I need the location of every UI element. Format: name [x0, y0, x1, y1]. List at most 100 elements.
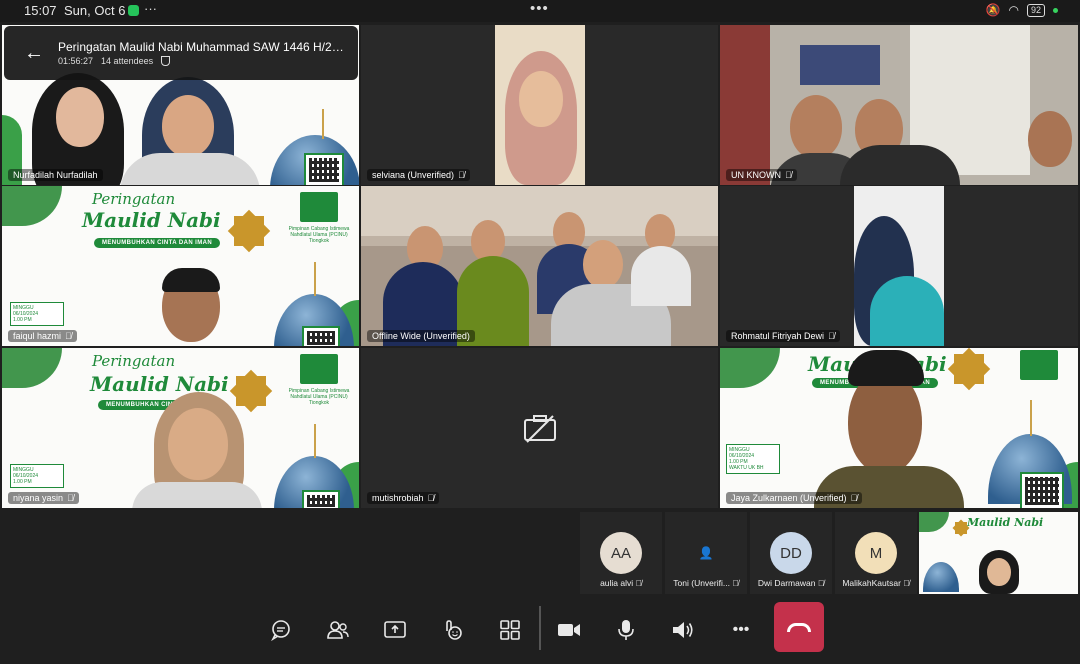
event-date-box: MINGGU 06/10/2024 1.00 PM WAKTU UK BH — [726, 444, 780, 474]
event-date-box: MINGGU 06/10/2024 1.00 PM — [10, 302, 64, 326]
event-date-box: MINGGU 06/10/2024 1.00 PM — [10, 464, 64, 488]
call-toolbar: ••• — [0, 598, 1080, 664]
banner-org: Pimpinan Cabang Istimewa Nahdlatul Ulama… — [288, 388, 350, 406]
participant-name: niyana yasin — [13, 493, 64, 503]
participant-name: Offline Wide (Unverified) — [372, 331, 470, 341]
status-bar: 15:07 Sun, Oct 6 ··· ••• 🔕 ◠ 92 — [0, 0, 1080, 22]
qr-code-image — [304, 153, 344, 185]
status-date: Sun, Oct 6 — [64, 3, 126, 18]
meeting-duration: 01:56:27 — [58, 56, 94, 66]
participant-name: UN KNOWN — [731, 170, 781, 180]
chat-button[interactable] — [265, 614, 297, 646]
hang-up-button[interactable] — [774, 602, 824, 652]
mic-off-icon: 🎙̸ — [635, 578, 642, 588]
banner-title-line1: Peringatan — [92, 190, 176, 208]
mic-off-icon: 🎙̸ — [732, 578, 739, 588]
attendee-count[interactable]: 14 attendees — [101, 56, 153, 66]
battery-icon: 92 — [1026, 3, 1045, 17]
participant-name-label: UN KNOWN 🎙̸ — [726, 169, 797, 181]
grid-view-icon — [500, 620, 520, 640]
more-options-button[interactable]: ••• — [725, 614, 757, 646]
person-icon: 👤 — [698, 546, 714, 560]
participant-name: Dwi Darmawan 🎙̸ — [757, 578, 825, 588]
mic-off-icon: 🎙̸ — [817, 578, 825, 588]
mic-off-icon: 🎙̸ — [427, 493, 435, 503]
star-emblem-icon — [227, 209, 271, 253]
video-tile-faiqul-hazmi[interactable]: Peringatan Maulid Nabi MENUMBUHKAN CINTA… — [2, 186, 359, 346]
mic-off-icon: 🎙̸ — [850, 493, 858, 503]
banner-title-line1: Peringatan — [92, 352, 176, 370]
react-icon — [446, 620, 462, 640]
mini-tile-aulia-alvi[interactable]: AA aulia alvi 🎙̸ — [580, 512, 662, 594]
star-emblem-icon — [947, 348, 991, 391]
participant-name-label: faiqul hazmi 🎙̸ — [8, 330, 77, 342]
speaker-icon — [673, 622, 693, 638]
mute-bell-icon: 🔕 — [985, 3, 1001, 17]
view-button[interactable] — [494, 614, 526, 646]
mic-icon — [618, 620, 634, 640]
shield-icon — [161, 56, 171, 66]
camera-off-icon — [524, 415, 556, 443]
mic-off-icon: 🎙̸ — [65, 331, 72, 341]
share-screen-button[interactable] — [379, 614, 411, 646]
participant-video — [790, 95, 842, 159]
org-logo — [1020, 350, 1058, 380]
participant-name: MalikahKautsar 🎙̸ — [842, 578, 910, 588]
video-tile-rohmatul[interactable]: Rohmatul Fitriyah Dewi 🎙̸ — [720, 186, 1078, 346]
qr-code-image — [302, 326, 340, 346]
toolbar-divider — [539, 606, 541, 650]
react-button[interactable] — [436, 614, 468, 646]
mic-off-icon: 🎙̸ — [785, 170, 792, 180]
participant-name: Toni (Unverifi... 🎙̸ — [673, 578, 739, 588]
privacy-dot — [1053, 7, 1058, 13]
participant-name: faiqul hazmi — [13, 331, 62, 341]
participant-name-label: Jaya Zulkarnaen (Unverified) 🎙̸ — [726, 492, 863, 504]
meeting-header: ← Peringatan Maulid Nabi Muhammad SAW 14… — [4, 26, 358, 80]
window-handle[interactable]: ••• — [530, 0, 549, 17]
speaker-button[interactable] — [667, 614, 699, 646]
participant-name: Rohmatul Fitriyah Dewi — [731, 331, 825, 341]
video-tile-niyana-yasin[interactable]: Peringatan Maulid Nabi MENUMBUHKAN CINTA… — [2, 348, 359, 508]
mini-tile-malikah-kautsar[interactable]: M MalikahKautsar 🎙̸ — [835, 512, 917, 594]
video-tile-offline-wide[interactable]: Offline Wide (Unverified) — [361, 186, 718, 346]
mic-off-icon: 🎙̸ — [458, 170, 465, 180]
video-tile-mutishrobiah[interactable]: mutishrobiah 🎙̸ — [361, 348, 718, 508]
video-tile-un-known[interactable]: UN KNOWN 🎙̸ — [720, 25, 1078, 185]
video-tile-selviana[interactable]: selviana (Unverified) 🎙̸ — [361, 25, 718, 185]
people-icon — [327, 621, 349, 639]
meeting-info: 01:56:27 14 attendees — [58, 56, 171, 66]
participant-name: selviana (Unverified) — [372, 170, 455, 180]
mini-tile-dwi-darmawan[interactable]: DD Dwi Darmawan 🎙̸ — [750, 512, 832, 594]
share-screen-icon — [384, 621, 406, 638]
hang-up-icon — [787, 622, 811, 632]
chat-icon — [271, 620, 290, 641]
mic-off-icon: 🎙̸ — [67, 493, 74, 503]
participant-name-label: Nurfadilah Nurfadilah — [8, 169, 103, 181]
qr-code-image — [302, 490, 340, 508]
status-time: 15:07 — [24, 3, 57, 18]
meeting-title: Peringatan Maulid Nabi Muhammad SAW 1446… — [58, 40, 348, 54]
banner-tagline: MENUMBUHKAN CINTA DAN IMAN — [94, 238, 221, 248]
participant-name-label: niyana yasin 🎙̸ — [8, 492, 79, 504]
participant-name-label: Rohmatul Fitriyah Dewi 🎙̸ — [726, 330, 840, 342]
camera-icon — [558, 624, 580, 636]
self-view-tile[interactable]: Maulid Nabi — [919, 512, 1078, 594]
banner-title-line2: Maulid Nabi — [82, 208, 221, 232]
participant-name: aulia alvi 🎙̸ — [600, 578, 642, 588]
mini-tile-toni[interactable]: 👤 Toni (Unverifi... 🎙̸ — [665, 512, 747, 594]
camera-button[interactable] — [553, 614, 585, 646]
participant-name: Nurfadilah Nurfadilah — [13, 170, 98, 180]
back-arrow-icon[interactable]: ← — [24, 42, 44, 65]
status-right: 🔕 ◠ 92 — [986, 3, 1058, 17]
org-logo — [300, 192, 338, 222]
video-tile-jaya-zulkarnaen[interactable]: Maulid Nabi MENUMBUHKAN CINTA DAN IMAN M… — [720, 348, 1078, 508]
banner-org: Pimpinan Cabang Istimewa Nahdlatul Ulama… — [288, 226, 350, 244]
people-button[interactable] — [322, 614, 354, 646]
participant-name-label: Offline Wide (Unverified) — [367, 330, 475, 342]
star-emblem-icon — [229, 369, 273, 413]
avatar: AA — [600, 532, 642, 574]
status-overflow: ··· — [144, 1, 157, 16]
chat-app-icon — [128, 5, 139, 16]
mic-button[interactable] — [610, 614, 642, 646]
wifi-icon: ◠ — [1008, 3, 1019, 17]
